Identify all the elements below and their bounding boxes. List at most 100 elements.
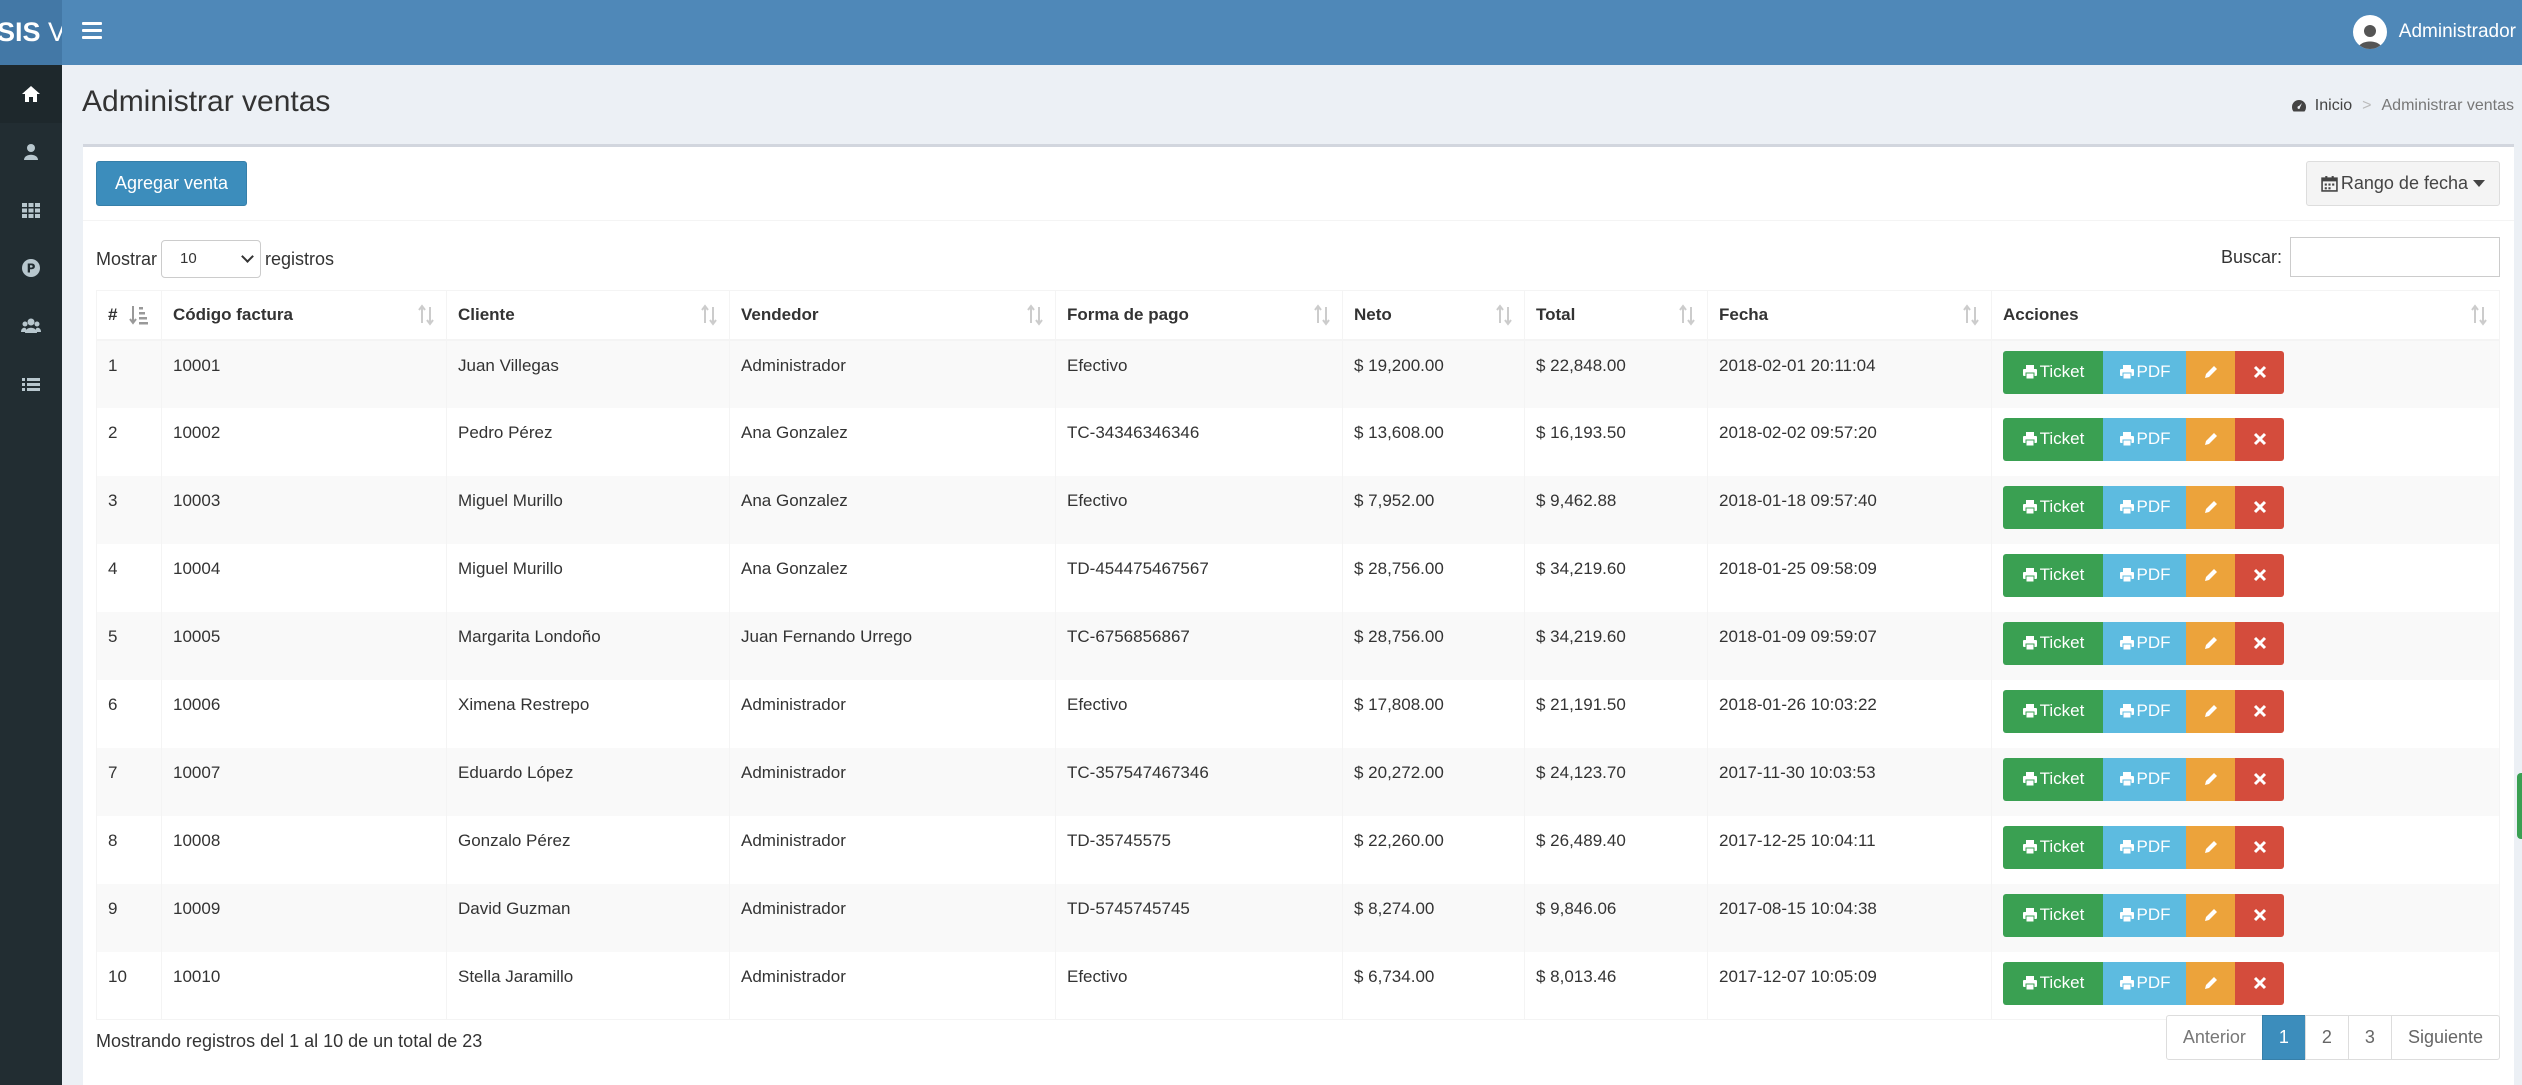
edit-button[interactable] [2186, 350, 2235, 394]
ticket-button[interactable]: Ticket [2003, 621, 2103, 665]
pencil-icon [2204, 569, 2217, 581]
table-row: 8 10008 Gonzalo Pérez Administrador TD-35745… [96, 815, 2500, 884]
edit-button[interactable] [2186, 621, 2235, 665]
ticket-button[interactable]: Ticket [2003, 757, 2103, 801]
column-header-actions[interactable]: Acciones [1991, 290, 2500, 341]
sidebar-item-clients[interactable] [0, 297, 62, 355]
column-header-total[interactable]: Total [1524, 290, 1708, 341]
edit-button[interactable] [2186, 417, 2235, 461]
edit-button[interactable] [2186, 485, 2235, 529]
close-icon [2253, 976, 2266, 990]
action-group: Ticket PDF [2003, 485, 2499, 529]
row-number: 2 [96, 407, 162, 476]
pdf-button[interactable]: PDF [2103, 485, 2186, 529]
column-header-net[interactable]: Neto [1342, 290, 1525, 341]
edit-button[interactable] [2186, 825, 2235, 869]
delete-button[interactable] [2235, 961, 2284, 1005]
delete-button[interactable] [2235, 485, 2284, 529]
pdf-button[interactable]: PDF [2103, 553, 2186, 597]
delete-button[interactable] [2235, 417, 2284, 461]
close-icon [2253, 704, 2266, 718]
edit-button[interactable] [2186, 757, 2235, 801]
delete-button[interactable] [2235, 757, 2284, 801]
pagination-previous[interactable]: Anterior [2165, 1015, 2263, 1060]
page-length-select[interactable]: 10 [161, 240, 262, 278]
edit-button[interactable] [2186, 553, 2235, 597]
sidebar-item-categories[interactable] [0, 181, 62, 239]
close-icon [2253, 568, 2266, 582]
side-tab[interactable] [2517, 773, 2522, 839]
ticket-button[interactable]: Ticket [2003, 553, 2103, 597]
edit-button[interactable] [2186, 689, 2235, 733]
ticket-button[interactable]: Ticket [2003, 417, 2103, 461]
pdf-button[interactable]: PDF [2103, 417, 2186, 461]
pdf-label: PDF [2136, 565, 2171, 584]
search-label: Buscar: [2220, 246, 2282, 267]
column-header-payment-method[interactable]: Forma de pago [1055, 290, 1343, 341]
invoice-code: 10006 [161, 679, 447, 748]
column-header-seller[interactable]: Vendedor [729, 290, 1056, 341]
print-icon [2119, 908, 2134, 923]
search-input[interactable] [2290, 237, 2500, 277]
sidebar-item-sales[interactable] [0, 355, 62, 413]
pdf-button[interactable]: PDF [2103, 825, 2186, 869]
delete-button[interactable] [2235, 893, 2284, 937]
print-icon [2022, 976, 2037, 991]
add-sale-button[interactable]: Agregar venta [96, 161, 248, 206]
pdf-button[interactable]: PDF [2103, 961, 2186, 1005]
pdf-button[interactable]: PDF [2103, 350, 2186, 394]
ticket-button[interactable]: Ticket [2003, 485, 2103, 529]
sidebar-item-user[interactable] [0, 123, 62, 181]
delete-button[interactable] [2235, 689, 2284, 733]
page-length-control: Mostrar 10 registros [96, 240, 334, 278]
breadcrumb-current: Administrar ventas [2381, 97, 2515, 114]
edit-button[interactable] [2186, 893, 2235, 937]
pagination-page-3[interactable]: 3 [2347, 1015, 2392, 1060]
show-label: Mostrar [96, 248, 158, 269]
logo[interactable]: SIS V [0, 0, 62, 65]
pdf-button[interactable]: PDF [2103, 893, 2186, 937]
action-group: Ticket PDF [2003, 689, 2499, 733]
user-menu[interactable]: Administrador [2352, 14, 2516, 50]
total-amount: $ 26,489.40 [1524, 815, 1708, 884]
delete-button[interactable] [2235, 350, 2284, 394]
pdf-button[interactable]: PDF [2103, 757, 2186, 801]
delete-button[interactable] [2235, 621, 2284, 665]
date-range-button[interactable]: Rango de fecha [2305, 161, 2500, 206]
delete-button[interactable] [2235, 825, 2284, 869]
pdf-label: PDF [2136, 701, 2171, 720]
total-amount: $ 9,462.88 [1524, 475, 1708, 544]
action-group: Ticket PDF [2003, 417, 2499, 461]
ticket-button[interactable]: Ticket [2003, 689, 2103, 733]
column-header-number[interactable]: # [96, 290, 162, 341]
pagination-page-1[interactable]: 1 [2261, 1015, 2306, 1060]
pagination-next[interactable]: Siguiente [2390, 1015, 2500, 1060]
delete-button[interactable] [2235, 553, 2284, 597]
breadcrumb-home[interactable]: Inicio [2315, 97, 2352, 115]
row-actions: Ticket PDF [1991, 475, 2500, 544]
payment-method: Efectivo [1055, 475, 1343, 544]
ticket-button[interactable]: Ticket [2003, 350, 2103, 394]
ticket-button[interactable]: Ticket [2003, 961, 2103, 1005]
action-group: Ticket PDF [2003, 825, 2499, 869]
print-icon [2119, 840, 2134, 855]
column-header-invoice-code[interactable]: Código factura [161, 290, 447, 341]
seller-name: Administrador [729, 339, 1056, 408]
sort-icon [2471, 304, 2487, 326]
sidebar-item-products[interactable]: P [0, 239, 62, 297]
row-number: 6 [96, 679, 162, 748]
column-header-date[interactable]: Fecha [1707, 290, 1992, 341]
edit-button[interactable] [2186, 961, 2235, 1005]
pdf-button[interactable]: PDF [2103, 689, 2186, 733]
sidebar-toggle-icon[interactable] [82, 22, 102, 42]
sale-date: 2017-12-25 10:04:11 [1707, 815, 1992, 884]
print-icon [2119, 772, 2134, 787]
sidebar-item-home[interactable] [0, 65, 62, 123]
total-amount: $ 9,846.06 [1524, 883, 1708, 952]
pdf-button[interactable]: PDF [2103, 621, 2186, 665]
net-amount: $ 7,952.00 [1342, 475, 1525, 544]
column-header-client[interactable]: Cliente [446, 290, 730, 341]
ticket-button[interactable]: Ticket [2003, 825, 2103, 869]
pagination-page-2[interactable]: 2 [2304, 1015, 2349, 1060]
ticket-button[interactable]: Ticket [2003, 893, 2103, 937]
